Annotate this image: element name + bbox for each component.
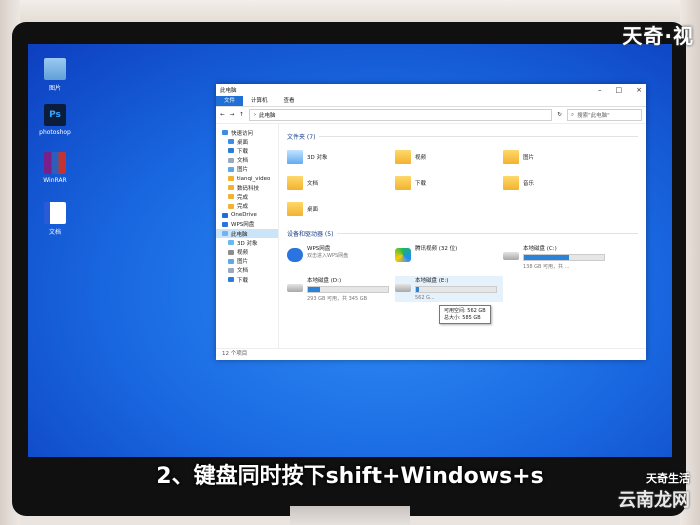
address-text: 此电脑 — [259, 113, 276, 119]
cloud-icon — [287, 248, 303, 262]
video-folder-icon — [395, 150, 411, 164]
desktop-icon-document[interactable]: 文档 — [30, 202, 80, 236]
hdd-icon — [395, 284, 411, 292]
desktop-icon-label: WinRAR — [43, 177, 67, 184]
close-button[interactable]: × — [636, 86, 642, 94]
folder-videos[interactable]: 视频 — [395, 147, 503, 167]
nav-item-done-2[interactable]: 完成 — [216, 202, 278, 211]
folder-3d-objects[interactable]: 3D 对象 — [287, 147, 395, 167]
tencent-video-icon — [395, 248, 411, 262]
title-bar: 此电脑 – □ × — [216, 84, 646, 96]
drive-d[interactable]: 本地磁盘 (D:) 293 GB 可用，共 345 GB — [287, 276, 395, 302]
hdd-icon — [503, 252, 519, 260]
status-bar: 12 个项目 — [216, 348, 646, 359]
back-icon[interactable]: ← — [220, 112, 225, 118]
instruction-caption: 2、键盘同时按下shift+Windows+s — [156, 464, 544, 489]
desktop-icon-label: 文档 — [48, 229, 61, 236]
nav-item-videos[interactable]: 视频 — [216, 247, 278, 256]
nav-item-pictures[interactable]: 图片 — [216, 165, 278, 174]
address-bar[interactable]: › 此电脑 — [248, 109, 553, 121]
tab-file[interactable]: 文件 — [216, 96, 244, 106]
room-background-top — [0, 0, 700, 22]
nav-item-onedrive[interactable]: OneDrive — [216, 211, 278, 220]
nav-item-downloads[interactable]: 下载 — [216, 146, 278, 155]
document-icon — [44, 202, 66, 224]
desktop-icon-label: photoshop — [39, 129, 71, 136]
desktop-icon-label: 图片 — [48, 85, 61, 92]
drive-wps-cloud[interactable]: WPS网盘 双击进入WPS网盘 — [287, 244, 395, 270]
folder-music[interactable]: 音乐 — [503, 173, 611, 193]
file-explorer-window: 此电脑 – □ × 文件 计算机 查看 ← → ↑ › 此电脑 ↻ ⌕ 搜索"此… — [216, 84, 646, 360]
nav-item-documents-2[interactable]: 文档 — [216, 266, 278, 275]
monitor-stand — [290, 506, 410, 525]
drive-c[interactable]: 本地磁盘 (C:) 138 GB 可用，共 ... — [503, 244, 611, 270]
drive-e[interactable]: 本地磁盘 (E:) 562 G... — [395, 276, 503, 302]
drive-tooltip: 可用空间: 562 GB 总大小: 585 GB — [439, 305, 491, 324]
up-icon[interactable]: ↑ — [239, 112, 244, 118]
window-title: 此电脑 — [220, 88, 237, 94]
navigation-pane: 快速访问 桌面 下载 文档 图片 tianqi_video 数码科技 完成 完成… — [216, 124, 279, 348]
folders-group-header[interactable]: 文件夹 (7) — [287, 132, 638, 141]
tab-computer[interactable]: 计算机 — [243, 96, 276, 106]
nav-item-quick-access[interactable]: 快速访问 — [216, 128, 278, 137]
ribbon: 文件 计算机 查看 — [216, 96, 646, 107]
nav-item-tianqi-video[interactable]: tianqi_video — [216, 174, 278, 183]
folder-desktop[interactable]: 桌面 — [287, 199, 395, 219]
nav-item-pictures-2[interactable]: 图片 — [216, 257, 278, 266]
forward-icon[interactable]: → — [230, 112, 235, 118]
refresh-icon[interactable]: ↻ — [557, 112, 562, 118]
tab-view[interactable]: 查看 — [276, 96, 303, 106]
document-folder-icon — [287, 176, 303, 190]
folder-pictures[interactable]: 图片 — [503, 147, 611, 167]
search-input[interactable]: ⌕ 搜索"此电脑" — [567, 109, 642, 121]
desktop-folder-icon — [287, 202, 303, 216]
brand-watermark-bottom: 天奇生活 云南龙网 — [618, 472, 690, 511]
nav-item-documents[interactable]: 文档 — [216, 156, 278, 165]
picture-folder-icon — [503, 150, 519, 164]
music-folder-icon — [503, 176, 519, 190]
hdd-icon — [287, 284, 303, 292]
nav-item-desktop[interactable]: 桌面 — [216, 137, 278, 146]
desktop-screen: 图片 Ps photoshop WinRAR 文档 此电脑 – □ × 文件 计… — [28, 44, 672, 457]
maximize-button[interactable]: □ — [616, 86, 623, 94]
search-placeholder: 搜索"此电脑" — [577, 113, 610, 119]
computer-icon — [44, 58, 66, 80]
drive-tencent-video[interactable]: 腾讯视频 (32 位) — [395, 244, 503, 270]
nav-item-downloads-2[interactable]: 下载 — [216, 275, 278, 284]
download-folder-icon — [395, 176, 411, 190]
photoshop-icon: Ps — [44, 104, 66, 126]
folder-downloads[interactable]: 下载 — [395, 173, 503, 193]
winrar-icon — [44, 152, 66, 174]
minimize-button[interactable]: – — [598, 86, 602, 94]
nav-item-this-pc[interactable]: 此电脑 — [216, 229, 278, 239]
content-pane: 文件夹 (7) 3D 对象 视频 图片 文档 下载 音乐 桌面 设备和驱动器 (… — [279, 124, 646, 348]
nav-item-3d-objects[interactable]: 3D 对象 — [216, 238, 278, 247]
desktop-icon-this-pc[interactable]: 图片 — [30, 58, 80, 92]
desktop-icon-photoshop[interactable]: Ps photoshop — [30, 104, 80, 136]
chevron-right-icon: › — [253, 112, 257, 118]
address-row: ← → ↑ › 此电脑 ↻ ⌕ 搜索"此电脑" — [216, 107, 646, 124]
search-icon: ⌕ — [571, 111, 575, 118]
drives-group-header[interactable]: 设备和驱动器 (5) — [287, 229, 638, 238]
brand-watermark-top: 天奇·视 — [622, 24, 694, 48]
nav-item-tech[interactable]: 数码科技 — [216, 183, 278, 192]
desktop-icon-winrar[interactable]: WinRAR — [30, 152, 80, 184]
nav-item-wps-drive[interactable]: WPS网盘 — [216, 220, 278, 229]
nav-item-done-1[interactable]: 完成 — [216, 192, 278, 201]
3d-folder-icon — [287, 150, 303, 164]
folder-documents[interactable]: 文档 — [287, 173, 395, 193]
